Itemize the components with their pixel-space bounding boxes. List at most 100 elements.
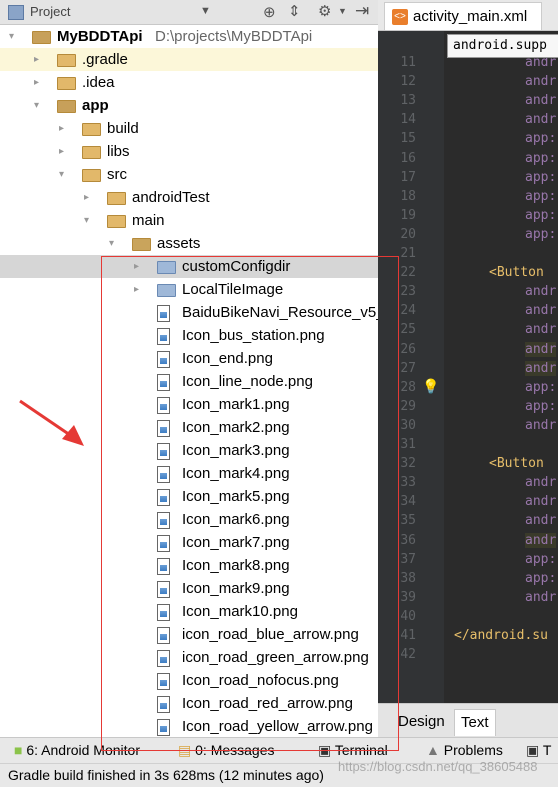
xml-file-icon: <> — [392, 9, 408, 25]
line-number: 17 — [400, 169, 416, 185]
tree-item[interactable]: ▸ build — [0, 117, 378, 140]
tab-text[interactable]: Text — [454, 709, 496, 736]
module-folder-icon — [57, 100, 76, 113]
problems-label: Problems — [443, 742, 503, 758]
gear-dropdown-icon[interactable]: ▼ — [338, 6, 347, 16]
hide-panel-icon[interactable]: ⇥ — [355, 1, 369, 21]
lightbulb-icon[interactable]: 💡 — [422, 378, 439, 395]
code-line: <Button — [489, 265, 544, 281]
code-line: </android.su — [454, 628, 548, 643]
code-line: <Button — [489, 456, 544, 472]
line-number: 12 — [400, 74, 416, 90]
chevron-right-icon[interactable]: ▸ — [84, 186, 94, 209]
collapse-all-icon[interactable]: ⇕ — [288, 2, 301, 20]
tab-activity-main-xml[interactable]: <> activity_main.xml — [384, 2, 543, 30]
folder-icon — [82, 169, 101, 182]
folder-icon — [107, 215, 126, 228]
code-line: app: — [525, 131, 557, 147]
code-line: andr — [525, 513, 557, 529]
chevron-right-icon[interactable]: ▸ — [59, 140, 69, 163]
line-number: 14 — [400, 112, 416, 128]
tree-item-label: app — [82, 97, 109, 114]
tree-item-label: libs — [107, 143, 130, 160]
project-view-icon — [8, 5, 24, 20]
tree-item-label: MyBDDTApi — [57, 28, 143, 45]
line-number: 15 — [400, 131, 416, 147]
module-folder-icon — [32, 31, 51, 44]
chevron-down-icon[interactable]: ▾ — [34, 94, 44, 117]
chevron-right-icon[interactable]: ▸ — [34, 71, 44, 94]
tree-item-label: assets — [157, 235, 201, 252]
tree-item-label: build — [107, 120, 139, 137]
editor-view-tabs: Design Text — [378, 703, 558, 738]
breadcrumb-tooltip: android.supp — [447, 34, 558, 58]
editor-tab-bar: <> activity_main.xml — [378, 0, 558, 31]
code-line: app: — [525, 379, 557, 395]
chevron-down-icon[interactable]: ▾ — [109, 232, 119, 255]
tree-item-label: src — [107, 166, 127, 183]
tab-design[interactable]: Design — [392, 709, 451, 735]
code-line: app: — [525, 169, 557, 185]
tree-item-label: androidTest — [132, 189, 210, 206]
android-icon: ■ — [14, 742, 23, 758]
line-number: 11 — [400, 55, 416, 70]
overflow-tool-button[interactable]: ▣ T — [526, 742, 551, 759]
line-number: 18 — [400, 188, 416, 204]
folder-icon — [82, 123, 101, 136]
tree-item[interactable]: ▸ libs — [0, 140, 378, 163]
code-line: app: — [525, 398, 557, 414]
tool-icon: ▣ — [526, 742, 540, 758]
chevron-right-icon[interactable]: ▸ — [34, 48, 44, 71]
annotation-arrow-icon — [19, 399, 84, 446]
tree-item[interactable]: ▸ .idea — [0, 71, 378, 94]
code-line: app: — [525, 188, 557, 204]
tree-item-label: .gradle — [82, 51, 128, 68]
code-line: andr — [525, 589, 557, 605]
chevron-down-icon[interactable]: ▾ — [9, 25, 19, 48]
code-line: andr — [525, 74, 557, 90]
problems-button[interactable]: ▲ Problems — [426, 742, 503, 758]
tree-item-label: .idea — [82, 74, 115, 91]
chevron-down-icon[interactable]: ▾ — [84, 209, 94, 232]
scroll-from-source-icon[interactable]: ⊕ — [263, 3, 276, 21]
watermark: https://blog.csdn.net/qq_38605488 — [338, 759, 538, 774]
tree-item-label: main — [132, 212, 165, 229]
code-line: andr — [525, 303, 557, 319]
project-panel-title[interactable]: Project — [30, 4, 70, 19]
overflow-tool-label: T — [542, 742, 552, 758]
folder-icon — [107, 192, 126, 205]
tree-item[interactable]: ▸ .gradle — [0, 48, 378, 71]
line-number: 20 — [400, 226, 416, 242]
chevron-down-icon[interactable]: ▾ — [59, 163, 69, 186]
code-line: app: — [525, 207, 557, 223]
code-line: app: — [525, 226, 557, 242]
status-message: Gradle build finished in 3s 628ms (12 mi… — [8, 767, 324, 783]
code-line: andr — [525, 494, 557, 510]
folder-icon — [57, 77, 76, 90]
folder-icon — [132, 238, 151, 251]
chevron-down-icon[interactable]: ▼ — [200, 5, 211, 17]
code-line: andr — [525, 341, 557, 357]
tree-item[interactable]: ▾ app — [0, 94, 378, 117]
code-line: app: — [525, 570, 557, 586]
project-path: D:\projects\MyBDDTApi — [155, 28, 313, 45]
gear-icon[interactable]: ⚙ — [318, 2, 331, 20]
code-line: andr — [525, 93, 557, 109]
tree-item[interactable]: ▾ assets — [0, 232, 378, 255]
highlight-box — [101, 256, 399, 751]
tree-item[interactable]: ▾ MyBDDTApi D:\projects\MyBDDTApi — [0, 25, 378, 48]
tree-item[interactable]: ▾ src — [0, 163, 378, 186]
tab-label: activity_main.xml — [413, 8, 528, 25]
tree-item[interactable]: ▸ androidTest — [0, 186, 378, 209]
code-line: andr — [525, 322, 557, 338]
tree-item[interactable]: ▾ main — [0, 209, 378, 232]
warning-icon: ▲ — [426, 742, 440, 758]
folder-icon — [57, 54, 76, 67]
line-number: 19 — [400, 207, 416, 223]
line-number: 13 — [400, 93, 416, 109]
code-line: andr — [525, 417, 557, 433]
code-line: andr — [525, 532, 557, 548]
chevron-right-icon[interactable]: ▸ — [59, 117, 69, 140]
code-editor[interactable]: andr andr andr andr app: app: app: app: app: app:… — [444, 31, 558, 703]
code-line: andr — [525, 475, 557, 491]
